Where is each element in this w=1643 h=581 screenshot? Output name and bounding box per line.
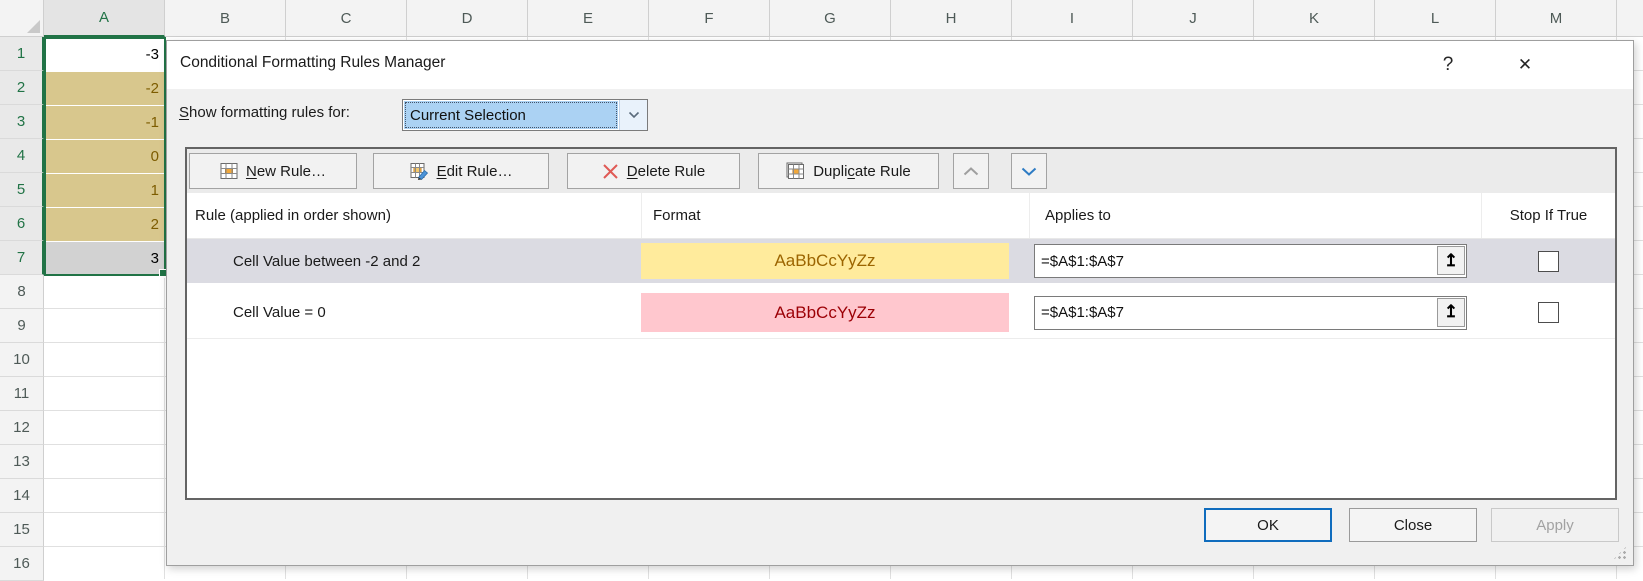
edit-rule-pencil-icon xyxy=(410,162,429,180)
row-header-6[interactable]: 6 xyxy=(0,207,44,241)
row-header-5[interactable]: 5 xyxy=(0,173,44,207)
header-applies-to: Applies to xyxy=(1029,193,1481,238)
row-header-16[interactable]: 16 xyxy=(0,547,44,581)
rule-description: Cell Value between -2 and 2 xyxy=(187,239,641,283)
column-header-M[interactable]: M xyxy=(1496,0,1617,37)
chevron-down-icon xyxy=(1021,167,1037,176)
row-header-7[interactable]: 7 xyxy=(0,241,44,275)
column-header-C[interactable]: C xyxy=(286,0,407,37)
rules-toolbar: New Rule… Edit Rule… Delete Rule Duplica… xyxy=(187,149,1615,193)
row-header-14[interactable]: 14 xyxy=(0,479,44,513)
help-button[interactable]: ? xyxy=(1433,50,1463,80)
rule-row-1[interactable]: Cell Value between -2 and 2 AaBbCcYyZz ↥ xyxy=(187,239,1615,283)
column-headers: ABCDEFGHIJKLM xyxy=(44,0,1643,37)
column-header-L[interactable]: L xyxy=(1375,0,1496,37)
rule-format-cell: AaBbCcYyZz xyxy=(641,239,1029,283)
column-header-K[interactable]: K xyxy=(1254,0,1375,37)
header-stop-if-true: Stop If True xyxy=(1481,193,1615,238)
conditional-formatting-rules-manager-dialog: Conditional Formatting Rules Manager ? ✕… xyxy=(166,40,1634,566)
delete-x-icon xyxy=(602,163,619,180)
rules-list: Rule (applied in order shown) Format App… xyxy=(187,193,1615,498)
move-rule-up-button[interactable] xyxy=(953,153,989,189)
row-header-1[interactable]: 1 xyxy=(0,37,44,71)
row-header-11[interactable]: 11 xyxy=(0,377,44,411)
stop-if-true-checkbox[interactable] xyxy=(1538,302,1559,323)
rule-stop-cell xyxy=(1481,239,1615,283)
column-header-A[interactable]: A xyxy=(44,0,165,37)
column-header-F[interactable]: F xyxy=(649,0,770,37)
new-rule-button[interactable]: New Rule… xyxy=(189,153,357,189)
row-header-9[interactable]: 9 xyxy=(0,309,44,343)
cell-A2[interactable]: -2 xyxy=(45,72,164,105)
row-header-12[interactable]: 12 xyxy=(0,411,44,445)
rule-description: Cell Value = 0 xyxy=(187,289,641,336)
row-header-15[interactable]: 15 xyxy=(0,513,44,547)
chevron-up-icon xyxy=(963,167,979,176)
delete-rule-button[interactable]: Delete Rule xyxy=(567,153,740,189)
duplicate-rule-button[interactable]: Duplicate Rule xyxy=(758,153,939,189)
applies-to-input[interactable] xyxy=(1034,296,1467,330)
row-header-13[interactable]: 13 xyxy=(0,445,44,479)
collapse-dialog-icon[interactable]: ↥ xyxy=(1437,298,1465,327)
row-header-8[interactable]: 8 xyxy=(0,275,44,309)
apply-button[interactable]: Apply xyxy=(1491,508,1619,542)
close-button[interactable]: Close xyxy=(1349,508,1477,542)
column-header-partial xyxy=(1617,0,1643,37)
column-header-I[interactable]: I xyxy=(1012,0,1133,37)
row-header-4[interactable]: 4 xyxy=(0,139,44,173)
column-header-E[interactable]: E xyxy=(528,0,649,37)
rule-applies-cell: ↥ xyxy=(1029,289,1481,336)
row-header-10[interactable]: 10 xyxy=(0,343,44,377)
new-rule-label: New Rule… xyxy=(246,163,326,180)
cell-A4[interactable]: 0 xyxy=(45,140,164,173)
column-header-H[interactable]: H xyxy=(891,0,1012,37)
show-rules-for-dropdown[interactable]: Current Selection xyxy=(402,99,648,131)
show-rules-for-label: Show formatting rules for: xyxy=(179,104,350,121)
dialog-title: Conditional Formatting Rules Manager xyxy=(180,54,445,72)
row-header-3[interactable]: 3 xyxy=(0,105,44,139)
move-rule-down-button[interactable] xyxy=(1011,153,1047,189)
select-all-triangle-icon xyxy=(27,20,40,33)
rule-applies-cell: ↥ xyxy=(1029,239,1481,283)
rules-frame: New Rule… Edit Rule… Delete Rule Duplica… xyxy=(185,147,1617,500)
rule-row-2[interactable]: Cell Value = 0 AaBbCcYyZz ↥ xyxy=(187,289,1615,336)
column-header-G[interactable]: G xyxy=(770,0,891,37)
chevron-down-icon[interactable] xyxy=(619,100,647,130)
format-preview: AaBbCcYyZz xyxy=(641,293,1009,332)
rule-format-cell: AaBbCcYyZz xyxy=(641,289,1029,336)
row-separator xyxy=(187,338,1615,339)
ok-button[interactable]: OK xyxy=(1204,508,1332,542)
cell-A6[interactable]: 2 xyxy=(45,208,164,241)
cell-A3[interactable]: -1 xyxy=(45,106,164,139)
header-rule: Rule (applied in order shown) xyxy=(187,193,641,238)
dialog-titlebar[interactable]: Conditional Formatting Rules Manager xyxy=(167,41,1633,89)
duplicate-rule-table-icon xyxy=(786,162,805,180)
column-header-J[interactable]: J xyxy=(1133,0,1254,37)
select-all-corner[interactable] xyxy=(0,0,44,37)
column-header-D[interactable]: D xyxy=(407,0,528,37)
dropdown-selected-value: Current Selection xyxy=(404,101,618,129)
cell-A7[interactable]: 3 xyxy=(45,242,164,275)
close-icon[interactable]: ✕ xyxy=(1510,50,1540,80)
header-format: Format xyxy=(641,193,1029,238)
duplicate-rule-label: Duplicate Rule xyxy=(813,163,911,180)
edit-rule-button[interactable]: Edit Rule… xyxy=(373,153,549,189)
row-header-2[interactable]: 2 xyxy=(0,71,44,105)
cell-A5[interactable]: 1 xyxy=(45,174,164,207)
rule-stop-cell xyxy=(1481,289,1615,336)
delete-rule-label: Delete Rule xyxy=(627,163,705,180)
new-rule-table-icon xyxy=(220,162,238,180)
collapse-dialog-icon[interactable]: ↥ xyxy=(1437,246,1465,275)
rules-list-header: Rule (applied in order shown) Format App… xyxy=(187,193,1615,239)
column-header-B[interactable]: B xyxy=(165,0,286,37)
cell-A1[interactable]: -3 xyxy=(45,38,164,71)
format-preview: AaBbCcYyZz xyxy=(641,243,1009,279)
resize-grip[interactable] xyxy=(1613,546,1627,560)
applies-to-input[interactable] xyxy=(1034,244,1467,278)
stop-if-true-checkbox[interactable] xyxy=(1538,251,1559,272)
edit-rule-label: Edit Rule… xyxy=(437,163,513,180)
row-headers: 12345678910111213141516 xyxy=(0,37,44,581)
